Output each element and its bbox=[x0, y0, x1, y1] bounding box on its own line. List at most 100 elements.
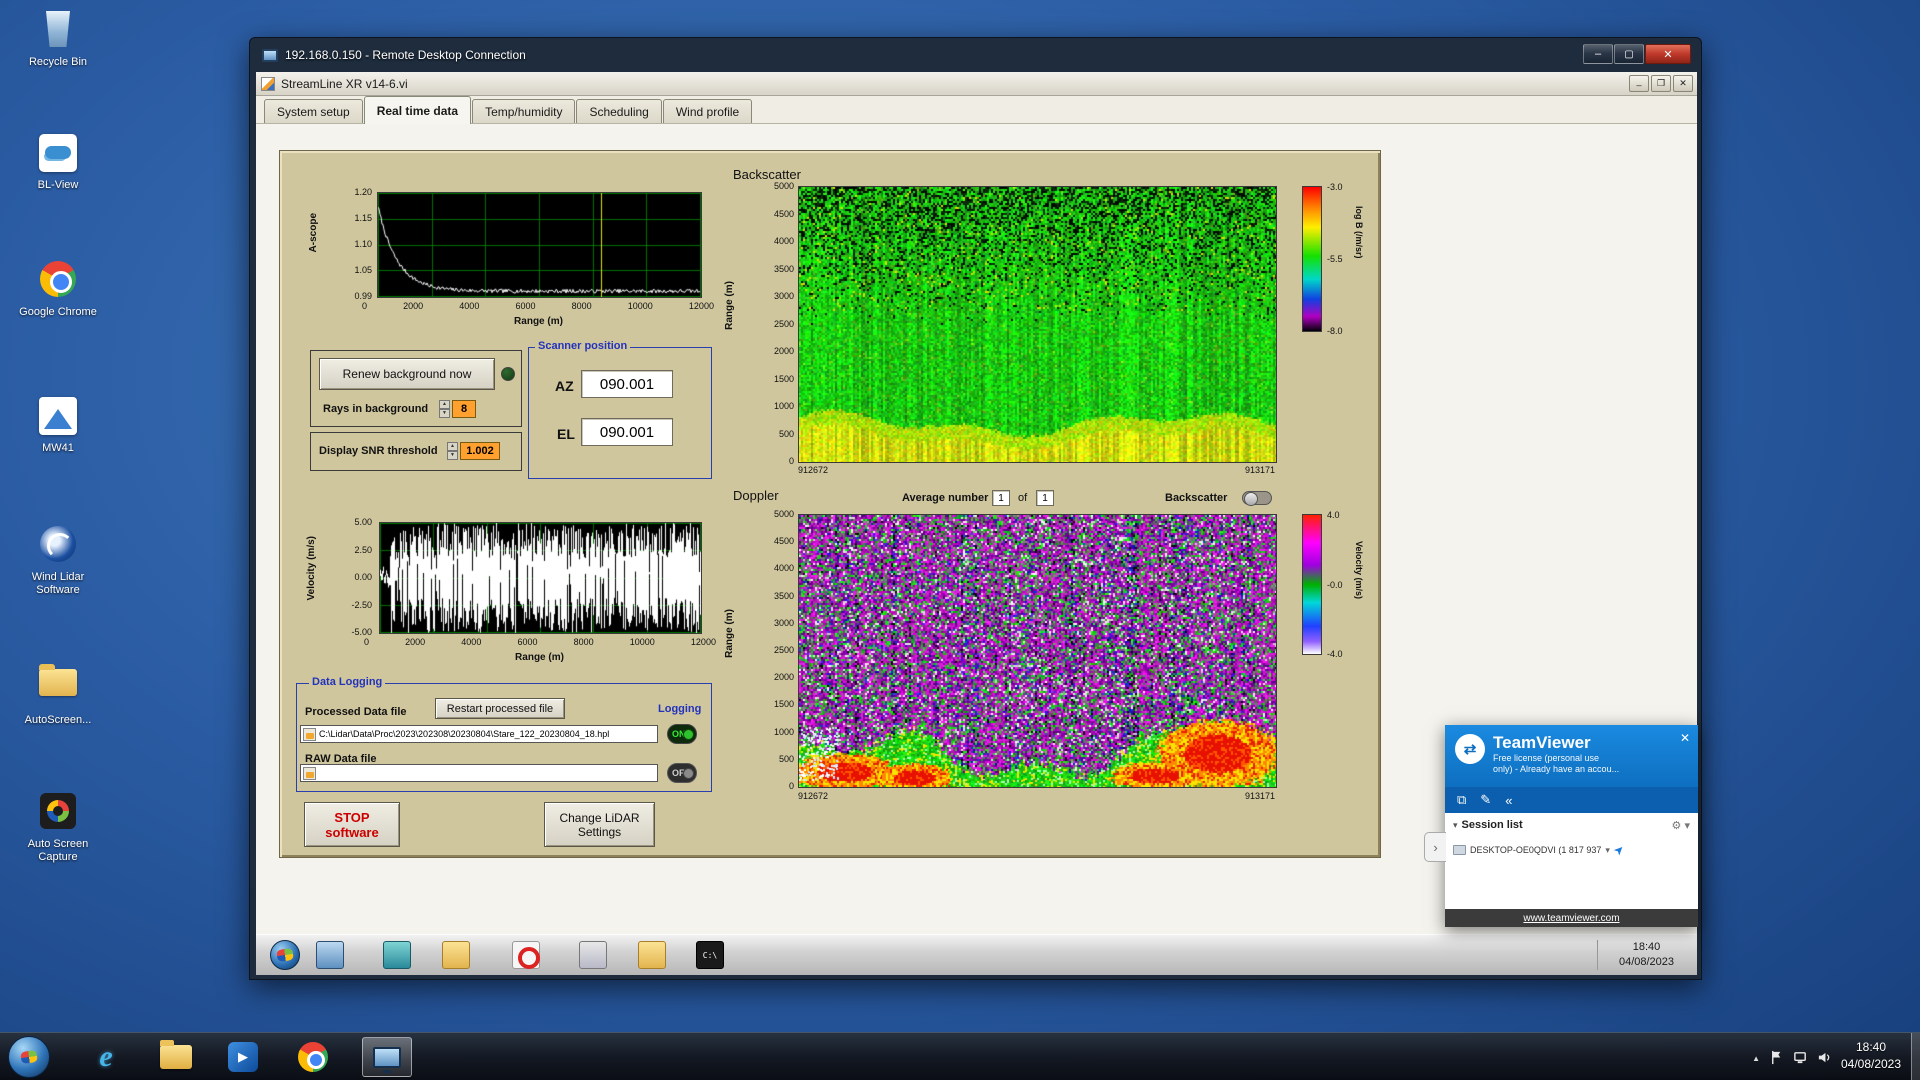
network-icon[interactable] bbox=[1793, 1050, 1808, 1065]
taskbar-icon-media-player[interactable] bbox=[225, 1040, 261, 1074]
restart-processed-file-button[interactable]: Restart processed file bbox=[435, 698, 565, 719]
mw41-icon bbox=[37, 397, 79, 439]
tick-label: 1500 bbox=[773, 699, 794, 710]
doppler-ylabel: Range (m) bbox=[724, 609, 735, 658]
tab-temp-humidity[interactable]: Temp/humidity bbox=[472, 99, 576, 123]
average-of-value[interactable]: 1 bbox=[1036, 490, 1054, 506]
tab-real-time-data[interactable]: Real time data bbox=[363, 96, 472, 124]
remote-taskbar-icon-cmd[interactable]: C:\ bbox=[696, 941, 724, 969]
snr-label: Display SNR threshold bbox=[319, 445, 438, 457]
raw-path-field[interactable] bbox=[300, 764, 658, 782]
tick-label: 5000 bbox=[773, 509, 794, 519]
az-value[interactable]: 090.001 bbox=[581, 370, 673, 398]
bl-view-icon bbox=[37, 134, 79, 176]
tick-label: 6000 bbox=[515, 301, 536, 311]
desktop-icon-bl-view[interactable]: BL-View bbox=[10, 132, 106, 192]
maximize-button[interactable] bbox=[1614, 44, 1644, 64]
clipboard-icon[interactable] bbox=[1457, 792, 1466, 808]
taskbar-icon-internet-explorer[interactable] bbox=[88, 1040, 124, 1074]
ascope-yticks: 1.20 1.15 1.10 1.05 0.99 bbox=[332, 187, 372, 301]
app-minimize-button[interactable] bbox=[1629, 75, 1649, 92]
teamviewer-toolbar bbox=[1445, 787, 1698, 813]
raw-logging-toggle[interactable]: OFF bbox=[667, 763, 697, 783]
minimize-button[interactable] bbox=[1583, 44, 1613, 64]
path-browse-icon[interactable] bbox=[303, 727, 316, 741]
teamviewer-close-icon[interactable] bbox=[1680, 731, 1690, 745]
rays-value[interactable]: 8 bbox=[452, 400, 476, 418]
annotate-icon[interactable] bbox=[1480, 792, 1491, 808]
session-entry[interactable]: DESKTOP-OE0QDVI (1 817 937 bbox=[1445, 837, 1698, 863]
desktop-icon-wind-lidar[interactable]: Wind Lidar Software bbox=[10, 523, 106, 596]
tick-label: 1000 bbox=[773, 401, 794, 411]
taskbar-icon-explorer[interactable] bbox=[158, 1040, 194, 1074]
tray-expand-icon[interactable] bbox=[1752, 1048, 1760, 1066]
app-close-button[interactable] bbox=[1673, 75, 1693, 92]
backscatter-ylabel: Range (m) bbox=[724, 281, 735, 330]
velocity-xticks: 0 2000 4000 6000 8000 10000 12000 bbox=[364, 637, 716, 647]
desktop-icon-google-chrome[interactable]: Google Chrome bbox=[10, 258, 106, 319]
desktop-icon-label: BL-View bbox=[37, 179, 79, 191]
velocity-yticks: 5.00 2.50 0.00 -2.50 -5.00 bbox=[330, 517, 372, 637]
backscatter-doppler-switch[interactable] bbox=[1242, 491, 1272, 506]
teamviewer-website-link[interactable]: www.teamviewer.com bbox=[1523, 913, 1619, 924]
rdp-titlebar[interactable]: 192.168.0.150 - Remote Desktop Connectio… bbox=[250, 38, 1701, 72]
tick-label: 2000 bbox=[403, 301, 424, 311]
remote-clock-time: 18:40 bbox=[1632, 941, 1661, 953]
desktop-icon-recycle-bin[interactable]: Recycle Bin bbox=[10, 8, 106, 69]
app-titlebar[interactable]: StreamLine XR v14-6.vi bbox=[256, 72, 1697, 96]
processed-logging-toggle[interactable]: ON bbox=[667, 724, 697, 744]
remote-taskbar-icon-window2[interactable] bbox=[579, 941, 607, 969]
logging-label: Logging bbox=[655, 703, 705, 715]
snr-stepper[interactable]: ▲ ▼ bbox=[447, 442, 458, 460]
tab-wind-profile[interactable]: Wind profile bbox=[662, 99, 753, 123]
velocity-ylabel: Velocity (m/s) bbox=[306, 536, 317, 601]
average-number-value[interactable]: 1 bbox=[992, 490, 1010, 506]
az-label: AZ bbox=[555, 378, 574, 394]
volume-icon[interactable] bbox=[1817, 1050, 1832, 1065]
remote-taskbar-icon-folder[interactable] bbox=[442, 941, 470, 969]
show-desktop-button[interactable] bbox=[1911, 1033, 1920, 1080]
backscatter-colorbar-ticks: -3.0 -5.5 -8.0 bbox=[1327, 182, 1343, 336]
backscatter-colorbar bbox=[1302, 186, 1322, 332]
remote-taskbar-icon-red-app[interactable] bbox=[512, 941, 540, 969]
stop-software-button[interactable]: STOP software bbox=[304, 802, 400, 847]
start-button[interactable] bbox=[8, 1036, 50, 1078]
change-lidar-settings-button[interactable]: Change LiDAR Settings bbox=[544, 802, 655, 847]
path-browse-icon[interactable] bbox=[303, 766, 316, 780]
remote-taskbar-icon-window[interactable] bbox=[316, 941, 344, 969]
remote-taskbar-icon-folder2[interactable] bbox=[638, 941, 666, 969]
tab-scheduling[interactable]: Scheduling bbox=[576, 99, 662, 123]
tab-system-setup[interactable]: System setup bbox=[264, 99, 363, 123]
snr-value[interactable]: 1.002 bbox=[460, 442, 500, 460]
app-maximize-button[interactable] bbox=[1651, 75, 1671, 92]
tick-label: 1.10 bbox=[354, 239, 372, 249]
taskbar-icon-chrome[interactable] bbox=[295, 1040, 331, 1074]
remote-start-button[interactable] bbox=[270, 940, 300, 970]
remote-clock[interactable]: 18:40 04/08/2023 bbox=[1597, 940, 1689, 970]
teamviewer-collapse-tab[interactable] bbox=[1424, 832, 1446, 862]
taskbar-icon-rdp-active[interactable] bbox=[362, 1037, 412, 1077]
remote-taskbar-icon-app[interactable] bbox=[383, 941, 411, 969]
data-logging-title: Data Logging bbox=[309, 676, 386, 688]
session-list-row[interactable]: Session list bbox=[1445, 813, 1698, 837]
close-button[interactable] bbox=[1645, 44, 1691, 64]
tick-label: -5.00 bbox=[351, 627, 372, 637]
tick-label: 4000 bbox=[773, 563, 794, 574]
backscatter-toggle-label: Backscatter bbox=[1165, 492, 1228, 504]
desktop-icon-auto-screen-capture[interactable]: Auto Screen Capture bbox=[10, 790, 106, 863]
action-center-flag-icon[interactable] bbox=[1769, 1050, 1784, 1065]
collapse-icon[interactable] bbox=[1505, 793, 1512, 808]
session-dropdown-icon[interactable] bbox=[1605, 845, 1610, 856]
rays-stepper[interactable]: ▲ ▼ bbox=[439, 400, 450, 418]
chrome-icon bbox=[298, 1042, 328, 1072]
processed-path-field[interactable]: C:\Lidar\Data\Proc\2023\202308\20230804\… bbox=[300, 725, 658, 743]
tick-label: 0.99 bbox=[354, 291, 372, 301]
taskbar-clock[interactable]: 18:40 04/08/2023 bbox=[1834, 1039, 1908, 1073]
gear-icon[interactable] bbox=[1672, 819, 1690, 832]
desktop-icon-mw41[interactable]: MW41 bbox=[10, 395, 106, 455]
desktop-icon-autoscreen[interactable]: AutoScreen... bbox=[10, 660, 106, 727]
renew-background-button[interactable]: Renew background now bbox=[319, 358, 495, 390]
teamviewer-header: TeamViewer Free license (personal use on… bbox=[1445, 725, 1698, 787]
el-value[interactable]: 090.001 bbox=[581, 418, 673, 446]
background-led bbox=[501, 367, 515, 381]
